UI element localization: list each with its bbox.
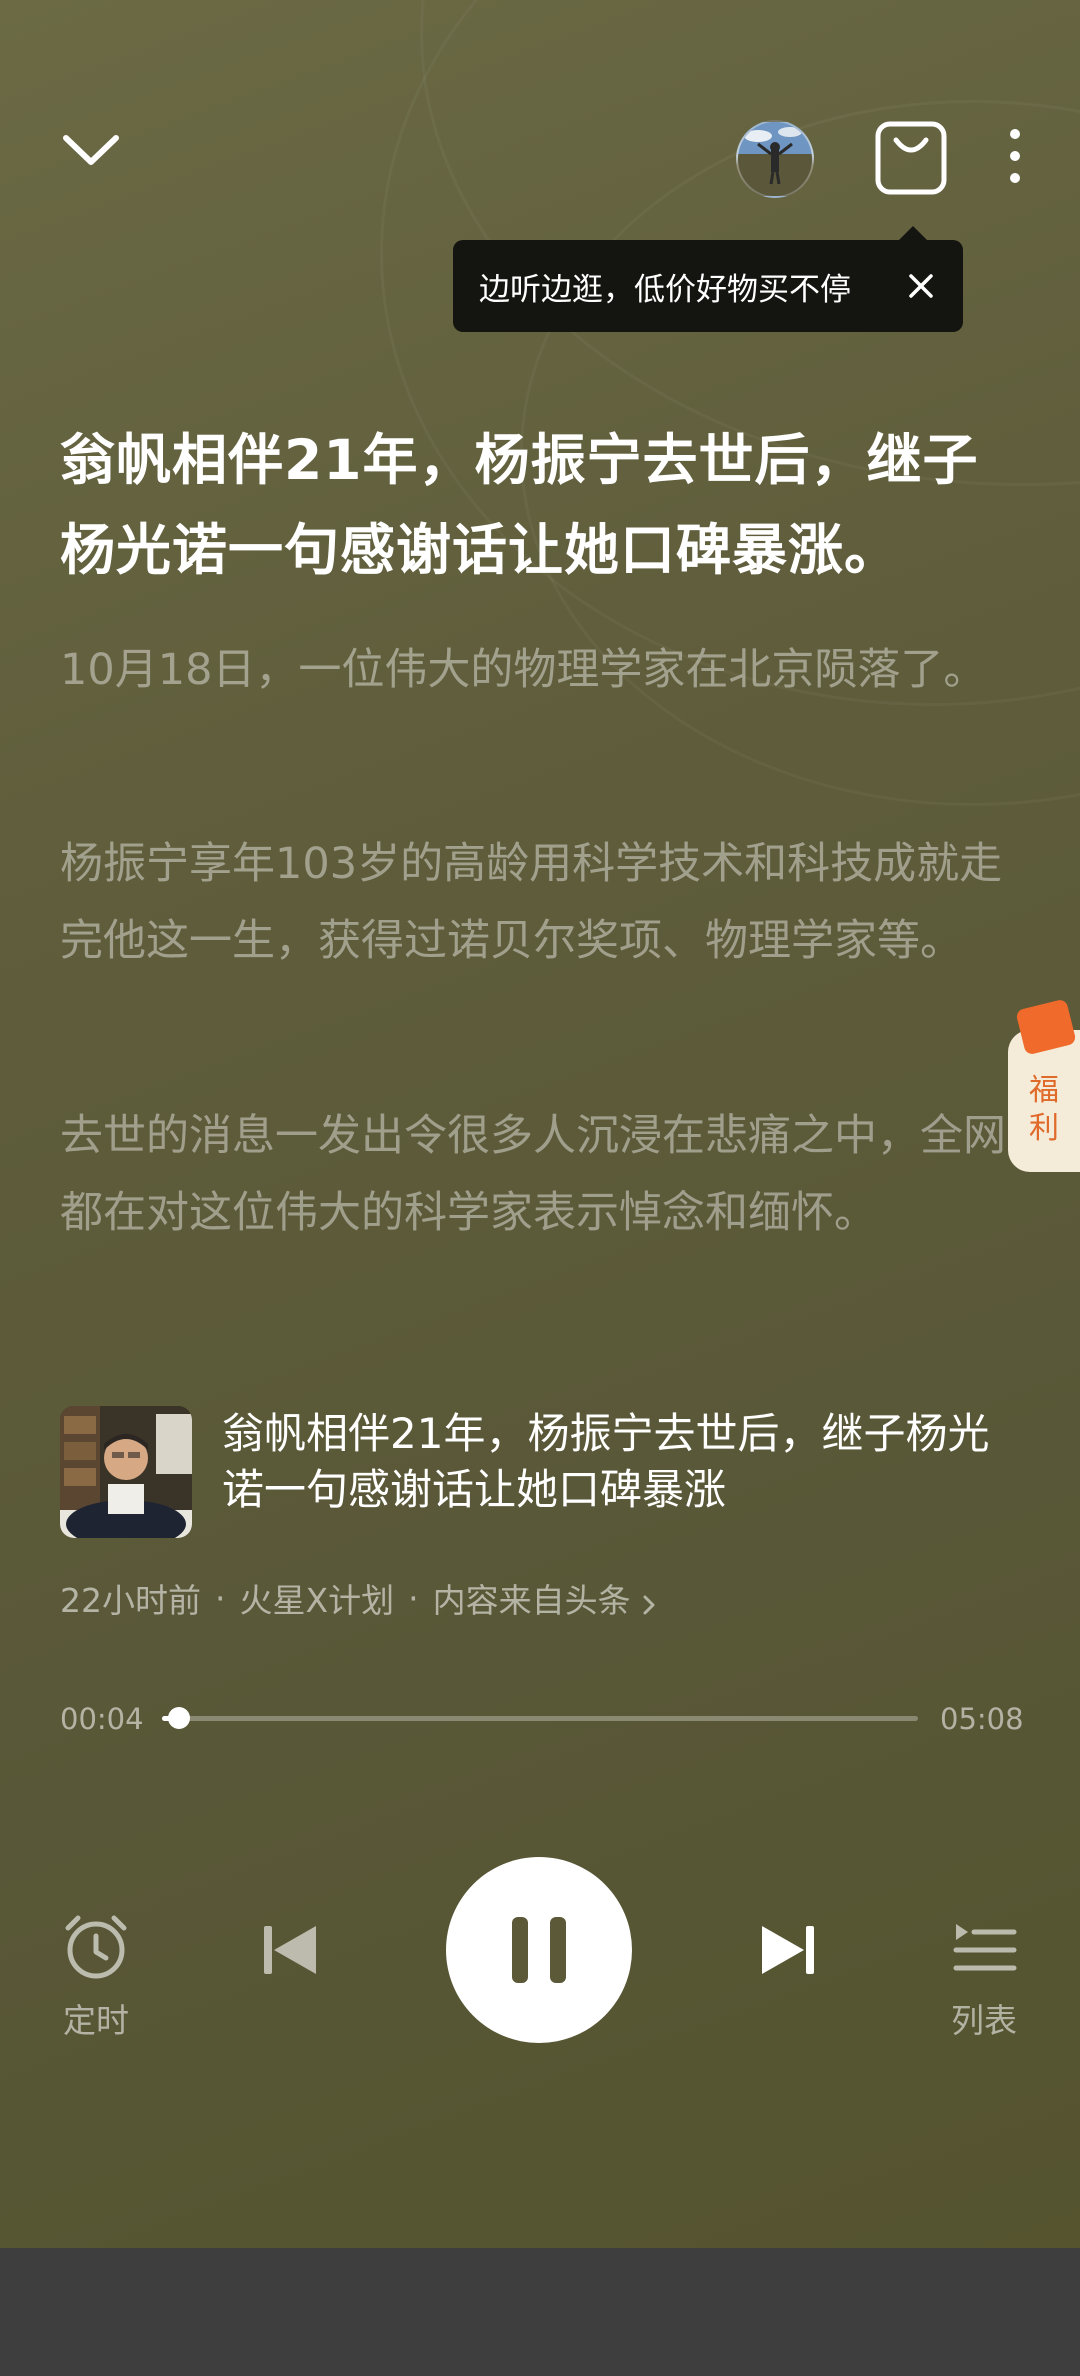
progress-handle[interactable]	[168, 1707, 190, 1729]
navigation-bar	[0, 2248, 1080, 2376]
thumbnail-image	[60, 1406, 192, 1538]
article-paragraph: 去世的消息一发出令很多人沉浸在悲痛之中，全网都在对这位伟大的科学家表示悼念和缅怀…	[60, 1111, 1006, 1238]
meta-separator: ·	[215, 1578, 226, 1618]
playlist-label: 列表	[951, 2001, 1017, 2040]
pause-button[interactable]	[446, 1857, 632, 2043]
shop-button[interactable]	[872, 118, 950, 198]
shopping-bag-icon	[875, 121, 947, 195]
promo-tooltip: 边听边逛，低价好物买不停	[453, 226, 963, 332]
timer-button[interactable]: 定时	[58, 1912, 134, 2040]
progress-bar[interactable]	[162, 1707, 918, 1729]
skip-next-icon	[762, 1926, 814, 1974]
timer-label: 定时	[63, 2001, 129, 2040]
playlist-icon	[953, 1924, 1017, 1971]
next-button[interactable]	[756, 1918, 820, 1982]
playlist-button[interactable]: 列表	[946, 1912, 1022, 2040]
welfare-label-line: 福	[1029, 1073, 1059, 1108]
avatar-image	[738, 122, 812, 196]
total-time: 05:08	[940, 1702, 1024, 1736]
article-paragraph: 杨振宁享年103岁的高龄用科学技术和科技成就走完他这一生，获得过诺贝尔奖项、物理…	[60, 839, 1003, 966]
article-title: 翁帆相伴21年，杨振宁去世后，继子杨光诺一句感谢话让她口碑暴涨。	[60, 428, 979, 582]
alarm-clock-icon	[65, 1915, 127, 1979]
publish-time: 22小时前	[60, 1581, 201, 1620]
welfare-label: 福 利	[1008, 1072, 1080, 1148]
tooltip-close-button[interactable]	[899, 264, 943, 308]
article-paragraph: 10月18日，一位伟大的物理学家在北京陨落了。	[60, 645, 987, 695]
more-button[interactable]	[998, 124, 1032, 188]
author-name[interactable]: 火星X计划	[240, 1574, 395, 1622]
close-icon	[909, 274, 933, 298]
avatar[interactable]	[736, 120, 814, 198]
article-thumbnail[interactable]	[60, 1406, 192, 1538]
meta-separator: ·	[408, 1578, 419, 1618]
welfare-label-line: 利	[1029, 1111, 1059, 1146]
pause-icon	[512, 1917, 566, 1983]
source-link[interactable]: 内容来自头条	[433, 1574, 631, 1622]
article-meta: 22小时前 · 火星X计划 · 内容来自头条	[60, 1574, 659, 1622]
chevron-right-icon[interactable]	[639, 1586, 659, 1615]
player-screen: 边听边逛，低价好物买不停 翁帆相伴21年，杨振宁去世后，继子杨光诺一句感谢话让她…	[0, 0, 1080, 2248]
more-vertical-icon	[1010, 129, 1020, 183]
current-time: 00:04	[60, 1702, 144, 1736]
tooltip-text: 边听边逛，低价好物买不停	[479, 271, 851, 308]
previous-button[interactable]	[258, 1918, 322, 1982]
source-card-title[interactable]: 翁帆相伴21年，杨振宁去世后，继子杨光诺一句感谢话让她口碑暴涨	[222, 1406, 1022, 1518]
skip-previous-icon	[264, 1926, 316, 1974]
collapse-button[interactable]	[56, 120, 126, 180]
chevron-down-icon	[63, 135, 119, 165]
